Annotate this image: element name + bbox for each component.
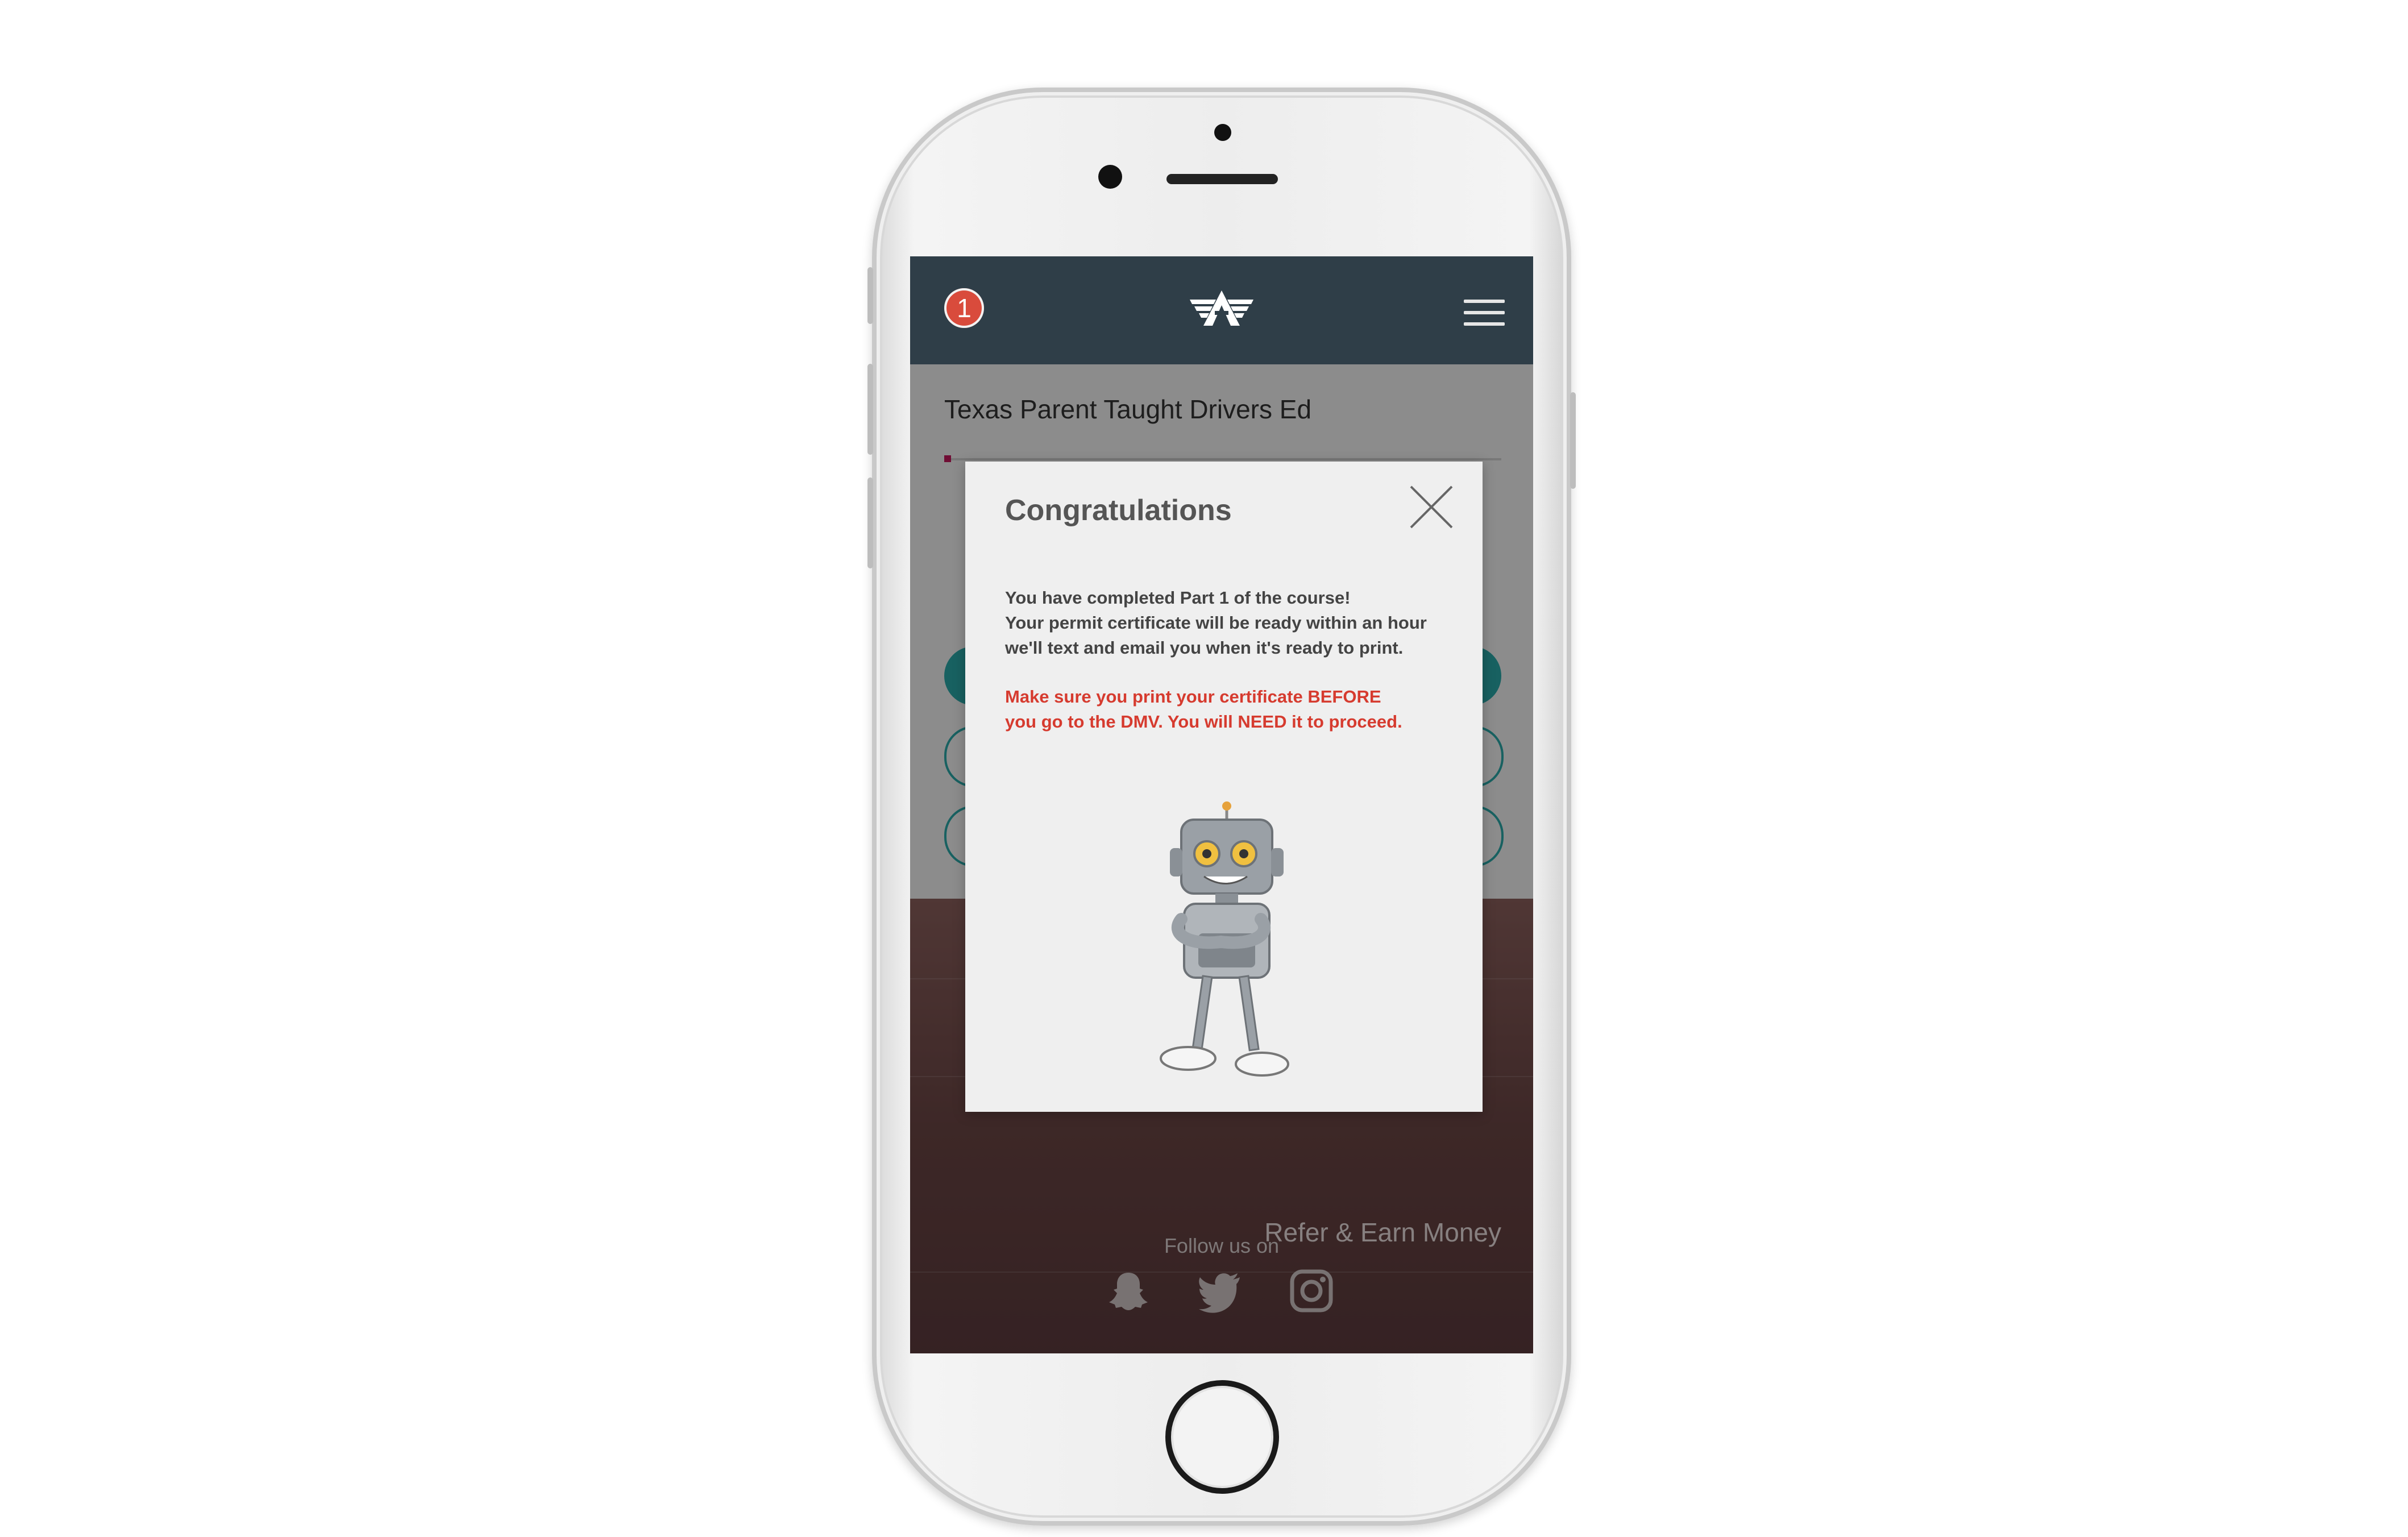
modal-title: Congratulations: [1005, 494, 1232, 527]
front-camera: [1214, 124, 1231, 141]
earpiece-speaker: [1166, 174, 1278, 184]
hamburger-menu-icon[interactable]: [1464, 300, 1505, 326]
volume-up-button: [867, 364, 873, 455]
proximity-sensor: [1098, 165, 1122, 189]
warning-line: Make sure you print your certificate BEF…: [1005, 687, 1381, 707]
volume-down-button: [867, 477, 873, 568]
modal-message: You have completed Part 1 of the course!…: [1005, 585, 1427, 661]
app-header: 1: [910, 256, 1533, 364]
message-line: we'll text and email you when it's ready…: [1005, 638, 1404, 658]
message-line: Your permit certificate will be ready wi…: [1005, 613, 1427, 633]
close-icon[interactable]: [1409, 484, 1454, 530]
notification-badge[interactable]: 1: [944, 288, 984, 328]
warning-line: you go to the DMV. You will NEED it to p…: [1005, 712, 1402, 732]
brand-logo-icon: [1190, 290, 1253, 326]
message-line: You have completed Part 1 of the course!: [1005, 588, 1351, 608]
power-button: [1570, 392, 1576, 489]
modal-warning: Make sure you print your certificate BEF…: [1005, 684, 1402, 734]
home-button[interactable]: [1165, 1380, 1279, 1494]
mute-switch: [867, 267, 873, 324]
robot-mascot-icon: [1160, 801, 1289, 1077]
congratulations-modal: Congratulations You have completed Part …: [965, 462, 1483, 1112]
